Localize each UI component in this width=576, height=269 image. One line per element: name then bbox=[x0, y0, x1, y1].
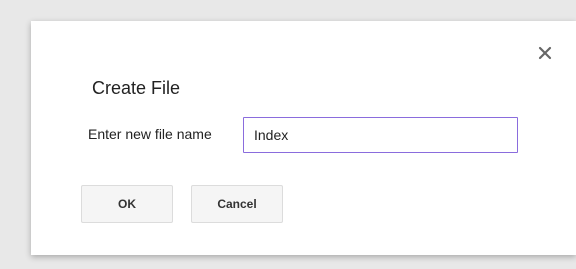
file-name-input[interactable] bbox=[243, 117, 518, 153]
create-file-dialog: Create File Enter new file name OK Cance… bbox=[31, 21, 576, 255]
file-name-label: Enter new file name bbox=[88, 126, 212, 142]
dialog-title: Create File bbox=[92, 78, 181, 98]
close-button[interactable] bbox=[534, 42, 556, 64]
cancel-button[interactable]: Cancel bbox=[191, 185, 283, 223]
ok-button[interactable]: OK bbox=[81, 185, 173, 223]
close-icon bbox=[538, 46, 552, 60]
